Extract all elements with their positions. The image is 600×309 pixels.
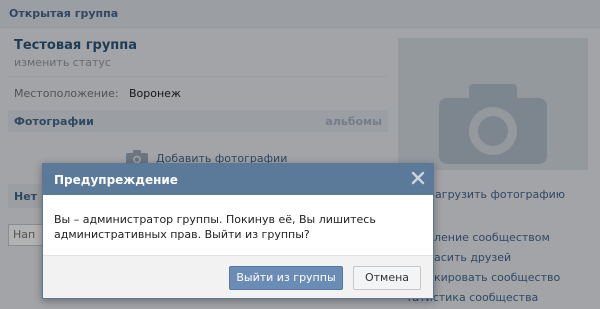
dialog-message: Вы – администратор группы. Покинув её, В…	[54, 213, 376, 241]
dialog-footer: Выйти из группы Отмена	[43, 255, 433, 298]
cancel-button[interactable]: Отмена	[353, 266, 421, 290]
close-icon[interactable]	[411, 171, 425, 185]
dialog-header: Предупреждение	[43, 164, 433, 195]
dialog-title: Предупреждение	[54, 173, 178, 187]
warning-dialog: Предупреждение Вы – администратор группы…	[42, 163, 434, 299]
leave-group-button[interactable]: Выйти из группы	[229, 266, 343, 290]
